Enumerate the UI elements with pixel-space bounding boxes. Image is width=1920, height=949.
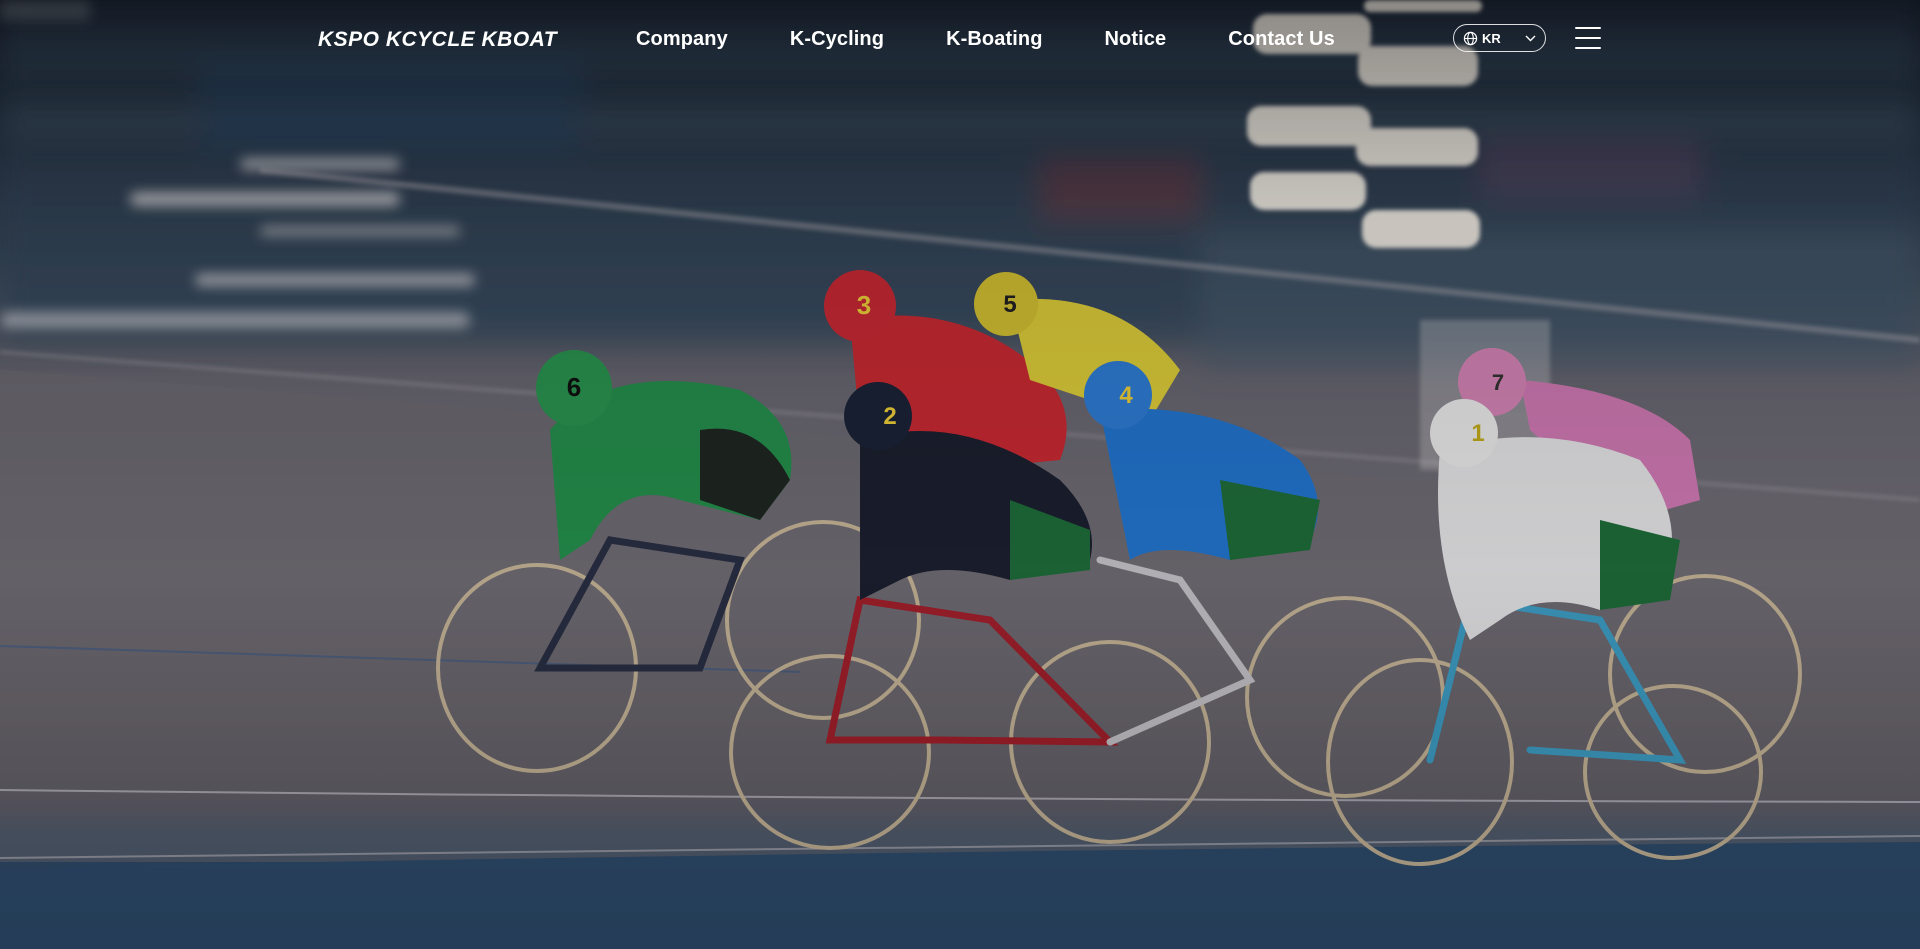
rider-number-6: 7: [1492, 370, 1504, 395]
nav-item-k-cycling[interactable]: K-Cycling: [790, 28, 884, 51]
site-header: KSPO KCYCLE KBOAT Company K-Cycling K-Bo…: [0, 0, 1920, 80]
rider-number-4: 4: [1119, 382, 1133, 409]
rider-number-2: 5: [1003, 291, 1016, 318]
chevron-down-icon: [1525, 35, 1536, 41]
nav-item-notice[interactable]: Notice: [1105, 28, 1167, 51]
rider-number-1: 3: [857, 290, 871, 320]
main-nav: Company K-Cycling K-Boating Notice Conta…: [636, 28, 1335, 51]
hamburger-menu-icon[interactable]: [1575, 27, 1601, 49]
nav-item-k-boating[interactable]: K-Boating: [946, 28, 1042, 51]
nav-item-company[interactable]: Company: [636, 28, 728, 51]
language-value: KR: [1482, 30, 1501, 46]
rider-number-0: 6: [567, 372, 581, 402]
rider-number-5: 1: [1471, 420, 1484, 447]
globe-icon: [1463, 31, 1478, 45]
hero-background: 6 3 5 2 4 1 7: [0, 0, 1920, 949]
hero-illustration: 6 3 5 2 4 1 7: [0, 0, 1920, 949]
kspo-logo[interactable]: KSPO KCYCLE KBOAT: [318, 26, 557, 54]
language-select[interactable]: KR: [1453, 24, 1546, 52]
logo-text: KSPO KCYCLE KBOAT: [318, 28, 558, 51]
nav-item-contact-us[interactable]: Contact Us: [1228, 28, 1335, 51]
rider-number-3: 2: [883, 403, 896, 430]
